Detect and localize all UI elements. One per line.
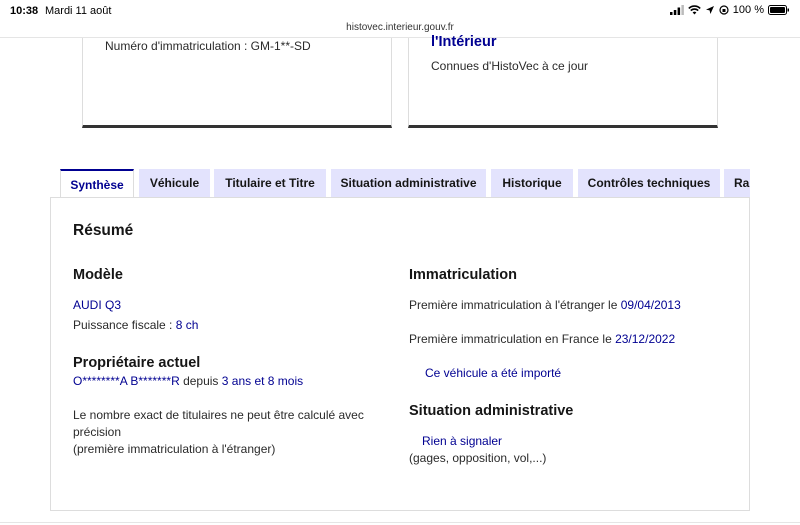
tab-titulaire[interactable]: Titulaire et Titre: [214, 169, 326, 197]
owner-since-value: 3 ans et 8 mois: [221, 374, 304, 388]
ministry-card: l'Intérieur Connues d'HistoVec à ce jour: [408, 34, 718, 128]
owner-note-line1: Le nombre exact de titulaires ne peut êt…: [73, 408, 364, 422]
situation-heading: Situation administrative: [409, 403, 574, 419]
clock: 10:38: [10, 5, 39, 17]
status-icons: 100 %: [669, 4, 790, 16]
fiscal-power-value: 8 ch: [175, 318, 199, 332]
tab-rapport[interactable]: Rap: [724, 169, 750, 197]
owner-name: O********A B*******R: [73, 374, 180, 388]
owner-since-label: depuis: [179, 374, 222, 388]
fiscal-power: Puissance fiscale : 8 ch: [73, 317, 198, 334]
ministry-subtitle: Connues d'HistoVec à ce jour: [431, 59, 589, 73]
france-registration-label: Première immatriculation en France le: [409, 332, 616, 346]
owner-note-line2: précision: [73, 425, 122, 439]
france-registration-date: 23/12/2022: [615, 332, 676, 346]
imported-status: Ce véhicule a été importé: [425, 366, 562, 380]
fiscal-power-label: Puissance fiscale :: [73, 318, 176, 332]
battery-icon: [768, 5, 789, 15]
foreign-registration-date: 09/04/2013: [620, 298, 681, 312]
ministry-title: l'Intérieur: [431, 34, 497, 50]
situation-status: Rien à signaler: [422, 434, 503, 448]
plate-number: Numéro d'immatriculation : GM-1**-SD: [105, 39, 311, 53]
summary-panel: Résumé Modèle AUDI Q3 Puissance fiscale …: [50, 197, 750, 511]
vehicle-model: AUDI Q3: [73, 298, 122, 312]
foreign-registration-label: Première immatriculation à l'étranger le: [409, 298, 621, 312]
modele-heading: Modèle: [73, 267, 123, 283]
address-bar[interactable]: histovec.interieur.gouv.fr: [0, 22, 800, 33]
signal-icon: [669, 5, 684, 15]
tab-historique[interactable]: Historique: [491, 169, 573, 197]
tab-vehicule[interactable]: Véhicule: [139, 169, 210, 197]
orientation-lock-icon: [719, 5, 729, 15]
owner-note-line3: (première immatriculation à l'étranger): [73, 442, 276, 456]
france-registration: Première immatriculation en France le 23…: [409, 331, 675, 348]
location-icon: [705, 6, 714, 14]
date: Mardi 11 août: [45, 5, 112, 17]
page-bottom-divider: [0, 522, 800, 523]
tab-controles-techniques[interactable]: Contrôles techniques: [578, 169, 720, 197]
status-bar: 10:38 Mardi 11 août 100 %: [0, 0, 800, 22]
tab-situation-administrative[interactable]: Situation administrative: [331, 169, 486, 197]
wifi-icon: [688, 5, 701, 15]
owner-line: O********A B*******R depuis 3 ans et 8 m…: [73, 373, 303, 390]
situation-detail: (gages, opposition, vol,...): [409, 451, 547, 465]
vehicle-card: Numéro d'immatriculation : GM-1**-SD: [82, 38, 392, 128]
proprietaire-heading: Propriétaire actuel: [73, 355, 201, 371]
battery-percent: 100 %: [732, 4, 764, 16]
summary-title: Résumé: [73, 222, 134, 239]
foreign-registration: Première immatriculation à l'étranger le…: [409, 297, 681, 314]
immatriculation-heading: Immatriculation: [409, 267, 517, 283]
tab-bar: Synthèse Véhicule Titulaire et Titre Sit…: [60, 169, 750, 197]
tab-synthese[interactable]: Synthèse: [60, 169, 134, 197]
